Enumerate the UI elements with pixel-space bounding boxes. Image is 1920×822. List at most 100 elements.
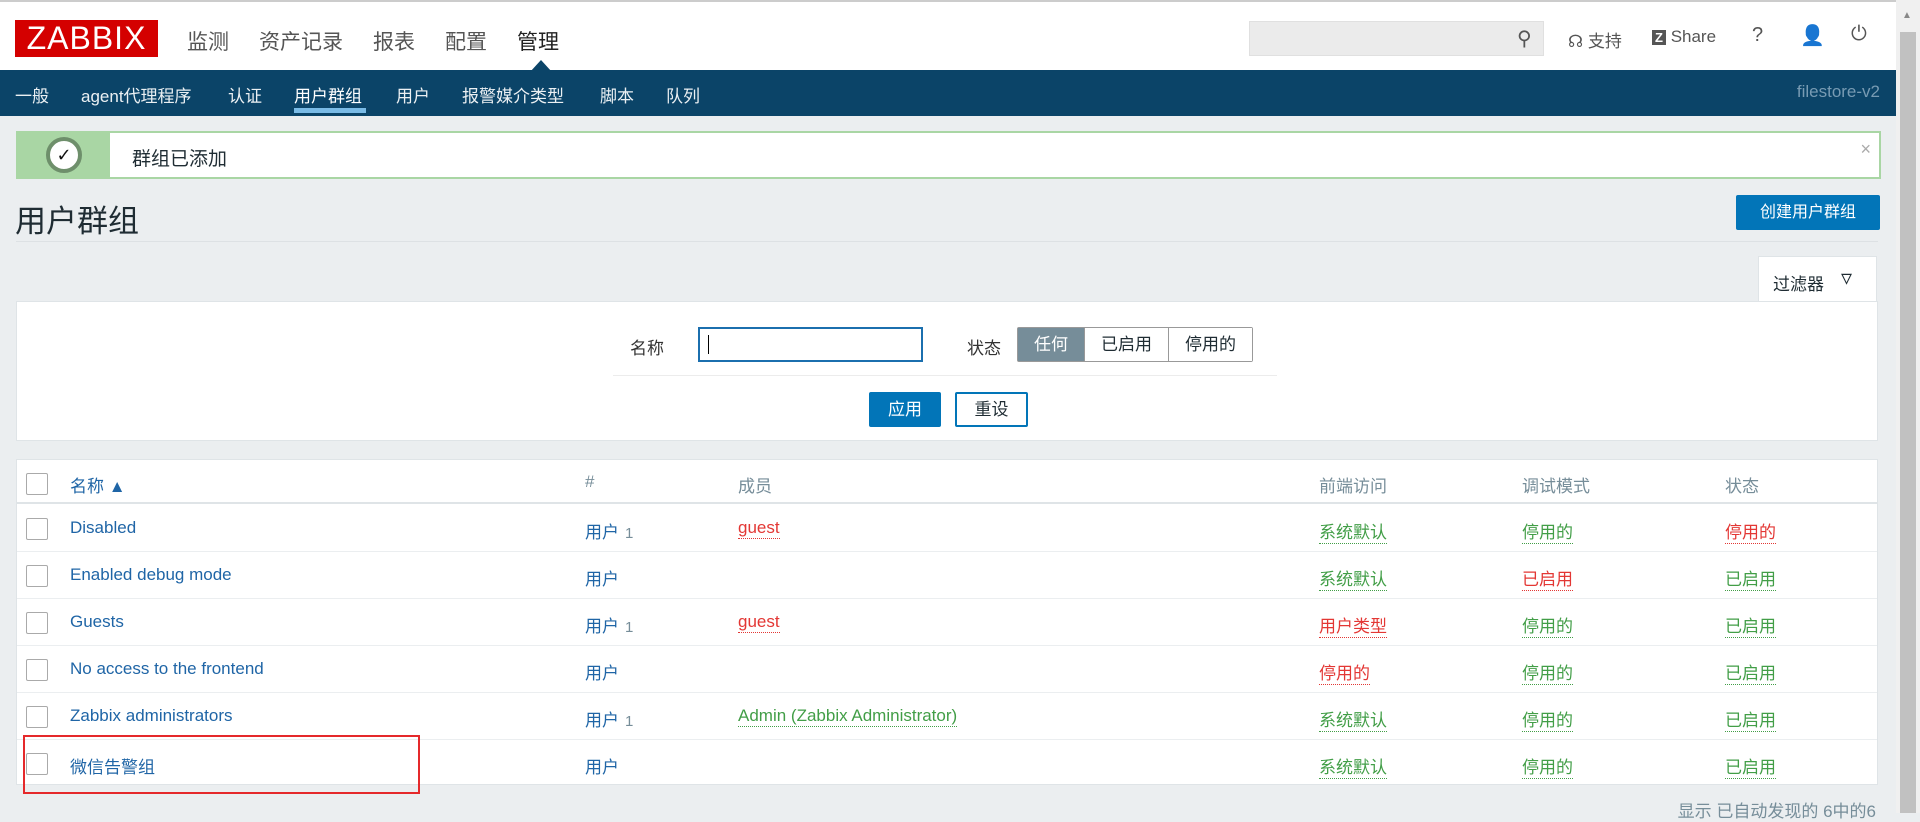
subnav-user-groups[interactable]: 用户群组 [294,82,362,107]
apply-button[interactable]: 应用 [869,392,941,427]
header-status: 状态 [1725,477,1759,496]
user-count: 1 [625,713,634,730]
close-icon[interactable]: × [1860,139,1871,160]
filter-tab-label: 过滤器 [1773,275,1824,294]
status-enabled[interactable]: 已启用 [1085,328,1169,361]
debug-mode-toggle[interactable]: 停用的 [1522,518,1573,544]
menu-administration[interactable]: 管理 [517,26,559,56]
menu-monitoring[interactable]: 监测 [187,26,229,56]
users-link[interactable]: 用户 [585,523,619,542]
reset-button[interactable]: 重设 [955,392,1028,427]
status-toggle[interactable]: 停用的 [1725,518,1776,544]
debug-mode-toggle[interactable]: 停用的 [1522,659,1573,685]
status-radio-group: 任何 已启用 停用的 [1017,327,1253,362]
row-checkbox[interactable] [26,706,48,728]
group-name-link[interactable]: Disabled [70,518,136,538]
group-name-link[interactable]: No access to the frontend [70,659,264,679]
subnav-media-types[interactable]: 报警媒介类型 [462,82,564,107]
debug-mode-toggle[interactable]: 停用的 [1522,753,1573,779]
sub-navigation [0,70,1896,116]
filter-divider [613,375,1277,376]
filter-funnel-icon: ▿ [1841,265,1853,290]
table-row: Enabled debug mode 用户 系统默认 已启用 已启用 [17,552,1877,599]
menu-configuration[interactable]: 配置 [445,26,487,56]
subnav-proxies[interactable]: agent代理程序 [81,82,192,107]
logout-icon[interactable]: ⏻ [1851,23,1867,46]
users-link[interactable]: 用户 [585,758,619,777]
status-label: 状态 [967,339,1001,358]
header-members: 成员 [738,477,772,496]
member-link[interactable]: guest [738,612,780,633]
subnav-queue[interactable]: 队列 [666,82,700,107]
headset-icon: ☊ [1568,32,1588,51]
frontend-access-toggle[interactable]: 停用的 [1319,659,1370,685]
server-name: filestore-v2 [1796,82,1880,101]
share-link[interactable]: Z Share [1652,27,1716,47]
table-row: No access to the frontend 用户 停用的 停用的 已启用 [17,646,1877,693]
users-link[interactable]: 用户 [585,711,619,730]
user-count: 1 [625,525,634,542]
users-cell: 用户 1 [585,612,633,637]
member-link[interactable]: Admin (Zabbix Administrator) [738,706,958,727]
users-link[interactable]: 用户 [585,664,619,683]
row-checkbox[interactable] [26,659,48,681]
status-any[interactable]: 任何 [1018,328,1085,361]
frontend-access-toggle[interactable]: 用户类型 [1319,612,1387,638]
text-caret [708,335,709,354]
status-toggle[interactable]: 已启用 [1725,706,1776,732]
zabbix-logo[interactable]: ZABBIX [15,20,158,57]
message-icon-box: ✓ [18,133,110,177]
menu-reports[interactable]: 报表 [373,26,415,56]
status-disabled[interactable]: 停用的 [1169,328,1252,361]
frontend-access-toggle[interactable]: 系统默认 [1319,518,1387,544]
search-input[interactable] [1249,21,1544,56]
create-user-group-button[interactable]: 创建用户群组 [1736,195,1880,230]
row-checkbox[interactable] [26,565,48,587]
debug-mode-toggle[interactable]: 已启用 [1522,565,1573,591]
help-icon[interactable]: ? [1752,24,1763,47]
status-toggle[interactable]: 已启用 [1725,612,1776,638]
subnav-users[interactable]: 用户 [396,82,430,107]
filter-tab[interactable]: 过滤器 ▿ [1758,256,1877,302]
name-filter-input[interactable] [698,327,923,362]
filter-panel: 名称 状态 任何 已启用 停用的 应用 重设 [16,301,1878,441]
member-link[interactable]: guest [738,518,780,539]
table-footer-count: 显示 已自动发现的 6中的6 [1677,802,1876,821]
status-toggle[interactable]: 已启用 [1725,753,1776,779]
select-all-checkbox[interactable] [26,473,48,495]
group-name-link[interactable]: Enabled debug mode [70,565,232,585]
support-link[interactable]: ☊ 支持 [1568,27,1622,52]
users-cell: 用户 1 [585,706,633,731]
message-text: 群组已添加 [132,149,228,170]
frontend-access-toggle[interactable]: 系统默认 [1319,753,1387,779]
zabbix-share-icon: Z [1652,30,1666,45]
subnav-general[interactable]: 一般 [15,82,49,107]
header-debug-mode: 调试模式 [1522,477,1590,496]
status-toggle[interactable]: 已启用 [1725,565,1776,591]
debug-mode-toggle[interactable]: 停用的 [1522,612,1573,638]
frontend-access-toggle[interactable]: 系统默认 [1319,706,1387,732]
status-toggle[interactable]: 已启用 [1725,659,1776,685]
row-checkbox[interactable] [26,612,48,634]
debug-mode-toggle[interactable]: 停用的 [1522,706,1573,732]
users-link[interactable]: 用户 [585,617,619,636]
header-name-sort[interactable]: 名称 ▲ [70,472,126,497]
top-header: ZABBIX 监测 资产记录 报表 配置 管理 ⚲ ☊ 支持 Z Share ?… [0,0,1896,72]
row-checkbox[interactable] [26,518,48,540]
header-frontend-access: 前端访问 [1319,477,1387,496]
page-title: 用户群组 [15,204,139,239]
scrollbar[interactable]: ▲ [1896,0,1920,813]
divider [16,241,1878,242]
scrollbar-thumb[interactable] [1900,32,1916,813]
subnav-authentication[interactable]: 认证 [228,82,262,107]
users-link[interactable]: 用户 [585,570,619,589]
menu-inventory[interactable]: 资产记录 [259,26,343,56]
active-subnav-underline [294,108,366,113]
group-name-link[interactable]: Zabbix administrators [70,706,233,726]
frontend-access-toggle[interactable]: 系统默认 [1319,565,1387,591]
user-profile-icon[interactable]: 👤 [1800,23,1825,48]
group-name-link[interactable]: Guests [70,612,124,632]
search-icon[interactable]: ⚲ [1517,26,1532,51]
scroll-up-arrow-icon[interactable]: ▲ [1902,10,1912,21]
subnav-scripts[interactable]: 脚本 [600,82,634,107]
